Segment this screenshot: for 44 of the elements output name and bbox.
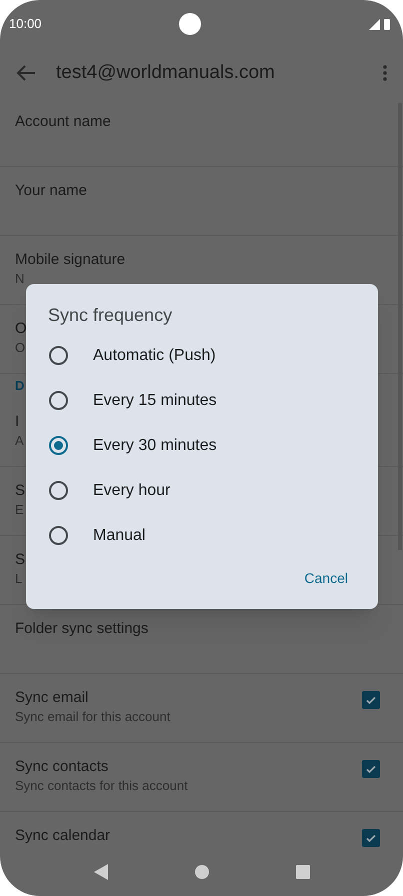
setting-summary: Sync contacts for this account [15,777,188,795]
setting-title[interactable]: Sync contacts [15,757,108,777]
app-bar-title: test4@worldmanuals.com [56,60,276,85]
checkmark-icon [365,763,377,775]
radio-button[interactable] [49,526,68,545]
checkmark-icon [365,694,377,706]
setting-title[interactable]: Account name [15,112,111,132]
back-triangle-icon[interactable] [94,864,108,880]
setting-title[interactable]: Sync email [15,688,88,708]
checkbox[interactable] [362,760,380,778]
option-label[interactable]: Every hour [93,478,170,502]
setting-title[interactable]: I [15,412,20,432]
checkbox[interactable] [362,691,380,709]
status-time: 10:00 [9,15,42,34]
camera-cutout-icon [179,13,202,35]
recents-square-icon[interactable] [296,865,310,879]
signal-icon [369,18,380,30]
setting-summary: O [15,339,26,357]
cancel-button[interactable]: Cancel [296,564,356,593]
radio-button[interactable] [49,391,68,410]
setting-title[interactable]: S [15,550,26,570]
option-label[interactable]: Automatic (Push) [93,344,216,368]
section-header: D [15,377,24,396]
back-arrow-icon[interactable] [16,65,36,81]
setting-summary: N [15,270,24,288]
checkbox[interactable] [362,829,380,847]
option-label[interactable]: Manual [93,524,146,548]
option-label[interactable]: Every 15 minutes [93,388,217,412]
setting-title[interactable]: Mobile signature [15,250,126,270]
setting-title[interactable]: S [15,481,26,501]
radio-button[interactable] [49,346,68,365]
radio-button[interactable] [49,436,68,455]
setting-summary: Sync email for this account [15,708,170,726]
radio-button[interactable] [49,481,68,500]
setting-title[interactable]: O [15,319,27,339]
dialog-title: Sync frequency [48,304,174,327]
setting-summary: A [15,432,24,450]
setting-title[interactable]: Folder sync settings [15,619,148,639]
battery-icon [384,18,390,30]
option-label[interactable]: Every 30 minutes [93,434,217,458]
setting-title[interactable]: Sync calendar [15,826,110,846]
checkmark-icon [365,832,377,844]
setting-title[interactable]: Your name [15,181,87,201]
more-options-icon[interactable] [383,65,387,81]
